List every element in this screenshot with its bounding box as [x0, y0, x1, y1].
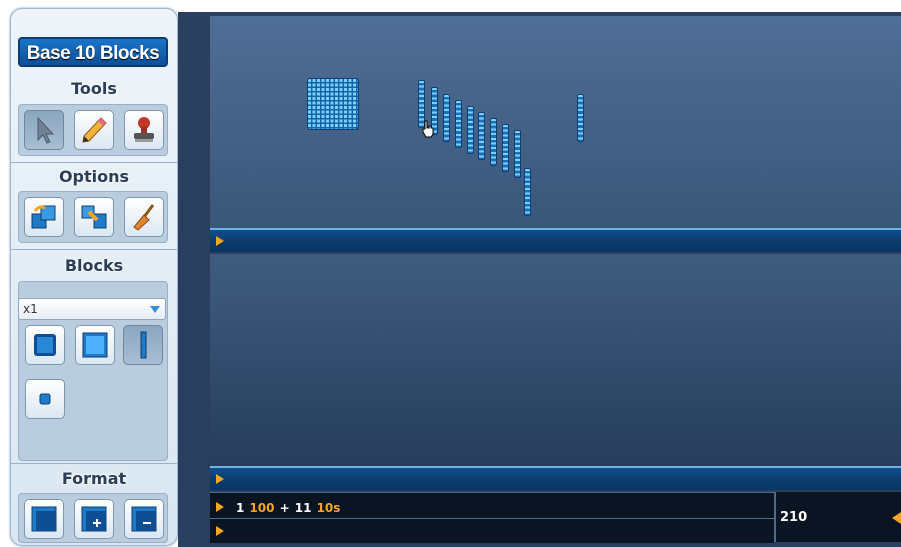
- divider: [11, 162, 177, 163]
- rod-block[interactable]: [490, 118, 497, 166]
- value-expression: 1 100 + 11 10s: [236, 497, 340, 516]
- plus-sign: +: [279, 501, 290, 515]
- rod-block[interactable]: [478, 112, 485, 160]
- select-tool-button[interactable]: [24, 110, 64, 150]
- subtract-panel-icon: [131, 506, 157, 532]
- subtract-panel-button[interactable]: [124, 499, 164, 539]
- options-tray: [18, 191, 168, 243]
- bottom-workspace[interactable]: [210, 254, 901, 466]
- broom-icon: [133, 204, 155, 231]
- break-block-icon: [81, 205, 107, 229]
- format-heading: Format: [61, 469, 127, 488]
- format-tray: [18, 493, 168, 543]
- single-panel-icon: [31, 506, 57, 532]
- stamp-tool-button[interactable]: [124, 110, 164, 150]
- pencil-icon: [82, 117, 107, 143]
- add-panel-icon: [81, 506, 107, 532]
- tools-tray: [18, 104, 168, 156]
- expand-arrow-icon[interactable]: [216, 236, 224, 246]
- total-panel: 210: [776, 492, 901, 542]
- pencil-tool-button[interactable]: [74, 110, 114, 150]
- rod-block[interactable]: [577, 94, 584, 142]
- rod-block-icon: [140, 331, 147, 359]
- clear-button[interactable]: [124, 197, 164, 237]
- blocks-multiplier-value: x1: [23, 302, 38, 316]
- blocks-heading: Blocks: [64, 256, 124, 275]
- hundreds-label: 100: [249, 501, 275, 515]
- sidebar: Base 10 Blocks Tools Options Blocks x1 F…: [10, 8, 178, 546]
- hundreds-count: 1: [236, 501, 245, 515]
- options-heading: Options: [58, 167, 130, 186]
- flat-block-button[interactable]: [75, 325, 115, 365]
- rod-block[interactable]: [443, 94, 450, 142]
- rod-block[interactable]: [514, 130, 521, 178]
- tools-heading: Tools: [71, 79, 117, 98]
- total-value: 210: [780, 510, 808, 525]
- expand-arrow-icon[interactable]: [216, 526, 224, 536]
- expand-arrow-icon[interactable]: [216, 474, 224, 484]
- rotate-block-button[interactable]: [24, 197, 64, 237]
- add-panel-button[interactable]: [74, 499, 114, 539]
- break-block-button[interactable]: [74, 197, 114, 237]
- flat-block-icon: [82, 332, 108, 358]
- divider: [11, 463, 177, 464]
- divider: [11, 249, 177, 250]
- cube-block-icon: [34, 334, 56, 356]
- cursor-arrow-icon: [37, 116, 55, 144]
- top-panel-bar[interactable]: [210, 228, 901, 252]
- rod-block[interactable]: [467, 106, 474, 154]
- tens-label: 10s: [316, 501, 341, 515]
- collapse-arrow-icon[interactable]: [892, 512, 901, 524]
- unit-block-icon: [39, 393, 51, 405]
- flat-block[interactable]: [307, 78, 359, 130]
- unit-block-button[interactable]: [25, 379, 65, 419]
- app-title-button[interactable]: Base 10 Blocks: [18, 37, 168, 67]
- rod-block[interactable]: [502, 124, 509, 172]
- rod-block[interactable]: [524, 168, 531, 216]
- stamp-icon: [134, 117, 154, 142]
- expression-row: 1 100 + 11 10s: [210, 492, 774, 518]
- expression-row-2: [210, 518, 774, 543]
- rotate-block-icon: [31, 205, 56, 229]
- bottom-panel-bar[interactable]: [210, 466, 901, 490]
- single-panel-button[interactable]: [24, 499, 64, 539]
- rod-block[interactable]: [455, 100, 462, 148]
- chevron-down-icon: [150, 306, 160, 313]
- hand-cursor-icon: [422, 120, 434, 138]
- expand-arrow-icon[interactable]: [216, 502, 224, 512]
- blocks-multiplier-select[interactable]: x1: [18, 298, 166, 320]
- cube-block-button[interactable]: [25, 325, 65, 365]
- rod-block-button[interactable]: [123, 325, 163, 365]
- tens-count: 11: [294, 501, 312, 515]
